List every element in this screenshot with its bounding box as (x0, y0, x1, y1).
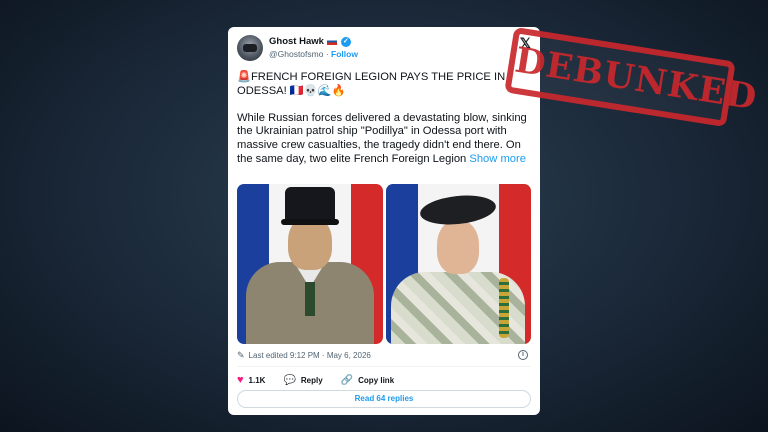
russian-flag-icon (326, 38, 337, 45)
soldier-photo-beret[interactable] (385, 184, 531, 344)
tweet-text: 🚨FRENCH FOREIGN LEGION PAYS THE PRICE IN… (237, 71, 533, 180)
handle-row: @Ghostofsmo · Follow (269, 49, 358, 59)
user-handle[interactable]: @Ghostofsmo (269, 49, 323, 59)
edit-info: ✎ Last edited 9:12 PM · May 6, 2026 (237, 350, 371, 361)
aiguillette (499, 278, 509, 338)
tweet-headline: 🚨FRENCH FOREIGN LEGION PAYS THE PRICE IN… (237, 71, 533, 98)
separator-dot: · (325, 49, 329, 59)
reply-button[interactable]: 💬 Reply (283, 375, 322, 386)
avatar[interactable] (237, 35, 263, 61)
tweet-body: While Russian forces delivered a devasta… (237, 112, 533, 166)
actions-row: ♥ 1.1K 💬 Reply 🔗 Copy link (237, 374, 412, 386)
show-more-link[interactable]: Show more (469, 153, 526, 165)
soldier-photo-kepi[interactable] (237, 184, 383, 344)
link-icon: 🔗 (340, 374, 354, 386)
heart-icon: ♥ (237, 374, 244, 386)
headline-emojis: 🇫🇷💀🌊🔥 (289, 84, 346, 97)
like-count: 1.1K (248, 375, 266, 385)
embedded-tweet-card: Ghost Hawk ✓ @Ghostofsmo · Follow 𝕏 🚨FRE… (228, 27, 540, 415)
kepi-cap (280, 187, 339, 225)
edited-timestamp[interactable]: Last edited 9:12 PM · May 6, 2026 (249, 351, 371, 360)
media-grid (237, 184, 531, 344)
tweet-header: Ghost Hawk ✓ @Ghostofsmo · Follow 𝕏 (237, 35, 531, 65)
display-name[interactable]: Ghost Hawk (269, 36, 324, 47)
siren-icon: 🚨 (237, 71, 251, 83)
face (437, 220, 480, 274)
beret (418, 192, 498, 228)
headline-text: FRENCH FOREIGN LEGION PAYS THE PRICE IN … (237, 71, 506, 97)
divider (237, 366, 531, 367)
info-icon[interactable]: i (518, 350, 528, 360)
tie (304, 282, 315, 316)
reply-label: Reply (300, 375, 323, 385)
copy-link-button[interactable]: 🔗 Copy link (341, 375, 394, 386)
read-replies-button[interactable]: Read 64 replies (237, 390, 531, 408)
follow-button[interactable]: Follow (331, 49, 358, 59)
like-button[interactable]: ♥ 1.1K (237, 374, 265, 386)
verified-badge-icon: ✓ (340, 36, 351, 47)
copy-link-label: Copy link (358, 375, 395, 385)
pencil-icon: ✎ (237, 350, 245, 360)
reply-icon: 💬 (283, 374, 296, 386)
display-name-row: Ghost Hawk ✓ (269, 36, 351, 47)
